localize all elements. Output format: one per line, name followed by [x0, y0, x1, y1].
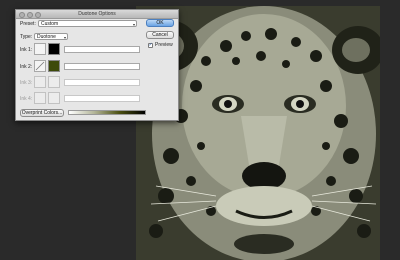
dialog-titlebar[interactable]: Duotone Options	[16, 10, 178, 19]
ink-3-color-swatch	[48, 76, 60, 88]
chevron-down-icon: ▾	[63, 35, 66, 40]
cancel-button[interactable]: Cancel	[146, 31, 174, 39]
preset-select[interactable]: Custom ▾	[38, 20, 137, 27]
ink-1-color-swatch[interactable]	[48, 43, 60, 55]
duotone-options-dialog: Duotone Options Preset: Custom ▾ Type: D…	[15, 9, 179, 121]
preview-label: Preview	[155, 42, 173, 48]
ink-2-color-swatch[interactable]	[48, 60, 60, 72]
checkmark-icon: ✓	[148, 41, 153, 48]
ink-2-label: Ink 2:	[20, 64, 33, 70]
ok-button[interactable]: OK	[146, 19, 174, 27]
ink-3-label: Ink 3:	[20, 80, 33, 86]
type-label: Type:	[20, 34, 33, 40]
ink-4-name-field	[64, 95, 140, 102]
ink-1-curve-button[interactable]	[34, 43, 46, 55]
ink-2-curve-button[interactable]	[34, 60, 46, 72]
ink-2-name-field[interactable]	[64, 63, 140, 70]
ink-3-curve-button	[34, 76, 46, 88]
preview-checkbox[interactable]: ✓	[148, 41, 153, 48]
type-value: Duotone	[37, 34, 56, 40]
preset-value: Custom	[41, 21, 59, 27]
ink-1-name-field[interactable]	[64, 46, 140, 53]
ink-4-label: Ink 4:	[20, 96, 33, 102]
ink-4-curve-button	[34, 92, 46, 104]
chevron-down-icon: ▾	[132, 22, 135, 27]
duotone-gradient-ramp	[68, 110, 146, 115]
overprint-colors-button[interactable]: Overprint Colors...	[20, 109, 64, 117]
preset-label: Preset:	[20, 21, 36, 27]
ink-3-name-field	[64, 79, 140, 86]
ink-4-color-swatch	[48, 92, 60, 104]
type-select[interactable]: Duotone ▾	[34, 33, 68, 40]
dialog-title: Duotone Options	[78, 11, 116, 17]
curve-line-icon	[35, 61, 45, 71]
ink-1-label: Ink 1:	[20, 47, 33, 53]
